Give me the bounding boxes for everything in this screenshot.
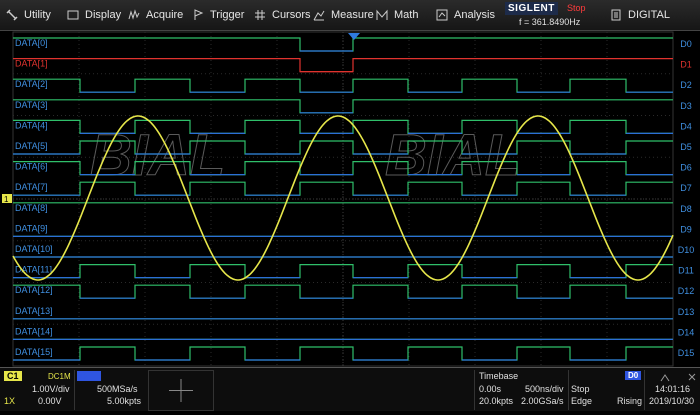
timebase-delay: 0.00s bbox=[479, 384, 502, 394]
digital-right-label: D6 bbox=[680, 163, 692, 173]
digital-left-label: DATA[14] bbox=[15, 326, 53, 336]
digital-right-label: D4 bbox=[680, 121, 692, 131]
digital-left-label: DATA[7] bbox=[15, 182, 48, 192]
digital-right-label: D9 bbox=[680, 224, 692, 234]
digital-right-label: D15 bbox=[678, 348, 695, 358]
digital-info[interactable]: D 500MSa/s 5.00kpts bbox=[74, 370, 147, 410]
digital-left-label: DATA[2] bbox=[15, 79, 48, 89]
channel-1-scale: 1.00V/div bbox=[32, 384, 70, 394]
digital-left-label: DATA[0] bbox=[15, 38, 48, 48]
watermark-text: BIAL bbox=[90, 123, 225, 188]
digital-right-label: D7 bbox=[680, 183, 692, 193]
digital-right-label: D11 bbox=[678, 266, 694, 276]
digital-left-label: DATA[9] bbox=[15, 223, 48, 233]
digital-left-label: DATA[12] bbox=[15, 285, 53, 295]
digital-left-label: DATA[11] bbox=[15, 265, 52, 275]
digital-right-label: D13 bbox=[678, 307, 695, 317]
digital-right-label: D0 bbox=[680, 39, 692, 49]
timebase-rate: 2.00GSa/s bbox=[521, 396, 564, 406]
digital-left-label: DATA[13] bbox=[15, 306, 53, 316]
trigger-info[interactable]: D0 Stop Edge Rising bbox=[568, 370, 643, 410]
digital-left-label: DATA[1] bbox=[15, 59, 48, 69]
digital-sample-rate: 500MSa/s bbox=[97, 384, 138, 394]
digital-left-label: DATA[6] bbox=[15, 162, 48, 172]
digital-left-label: DATA[15] bbox=[15, 347, 53, 357]
digital-right-label: D5 bbox=[680, 142, 692, 152]
digital-left-label: DATA[10] bbox=[15, 244, 53, 254]
timebase-scale: 500ns/div bbox=[525, 384, 564, 394]
channel-1-probe: 1X bbox=[4, 396, 16, 406]
digital-right-label: D3 bbox=[680, 101, 692, 111]
network-icon bbox=[660, 373, 696, 382]
digital-left-label: DATA[4] bbox=[15, 120, 48, 130]
timebase-points: 20.0kpts bbox=[479, 396, 514, 406]
add-channel-button[interactable] bbox=[148, 370, 214, 411]
channel-1-info[interactable]: C1 DC1M 1.00V/div 1X 0.00V bbox=[2, 370, 72, 410]
channel-1-offset: 0.00V bbox=[38, 396, 62, 406]
digital-points: 5.00kpts bbox=[107, 396, 142, 406]
digital-right-label: D8 bbox=[680, 204, 692, 214]
svg-text:1: 1 bbox=[4, 195, 9, 204]
trigger-source-tag: D0 bbox=[625, 371, 642, 380]
digital-left-label: DATA[5] bbox=[15, 141, 48, 151]
digital-right-label: D14 bbox=[678, 327, 695, 337]
channel-1-tag: C1 bbox=[4, 371, 22, 381]
watermark-text: BIAL bbox=[385, 123, 520, 188]
digital-right-label: D10 bbox=[678, 245, 695, 255]
digital-tag: D bbox=[77, 371, 101, 381]
trigger-slope: Rising bbox=[617, 396, 643, 406]
digital-right-label: D12 bbox=[678, 286, 695, 296]
digital-left-label: DATA[8] bbox=[15, 203, 48, 213]
digital-right-label: D1 bbox=[680, 60, 692, 70]
clock-time: 14:01:16 bbox=[655, 384, 691, 394]
trigger-mode: Stop bbox=[571, 384, 590, 394]
clock-date: 2019/10/30 bbox=[649, 396, 695, 406]
trigger-type: Edge bbox=[571, 396, 593, 406]
timebase-title: Timebase bbox=[479, 371, 519, 381]
status-bar: C1 DC1M 1.00V/div 1X 0.00V D 500MSa/s 5.… bbox=[0, 367, 700, 411]
scope-display[interactable]: BIAL BIAL DATA[0] D0 DATA[1] D1 DATA[2] D2 DATA… bbox=[0, 0, 700, 370]
digital-right-label: D2 bbox=[680, 80, 692, 90]
clock: 14:01:16 2019/10/30 bbox=[644, 370, 700, 410]
channel-1-offset-marker[interactable]: 1 bbox=[2, 194, 12, 204]
digital-left-label: DATA[3] bbox=[15, 100, 48, 110]
timebase-info[interactable]: Timebase 0.00s 500ns/div 20.0kpts 2.00GS… bbox=[474, 370, 567, 410]
plus-icon bbox=[169, 379, 193, 402]
channel-1-coupling: DC1M bbox=[48, 372, 71, 381]
